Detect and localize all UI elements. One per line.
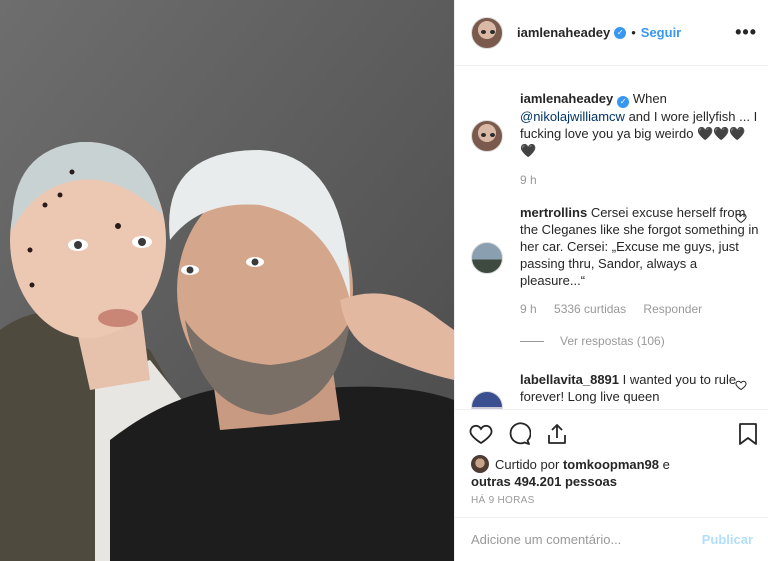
view-replies-button[interactable]: Ver respostas (106) bbox=[520, 334, 665, 348]
verified-badge-icon: ✓ bbox=[617, 96, 630, 108]
comment-time[interactable]: 9 h bbox=[520, 302, 537, 316]
post-header: iamlenaheadey ✓ • Seguir ••• bbox=[455, 0, 768, 66]
post-sidebar: iamlenaheadey ✓ • Seguir ••• iamlenahead… bbox=[454, 0, 768, 561]
comment-item: labellavita_8891 I wanted you to rule fo… bbox=[471, 371, 761, 409]
caption-mention[interactable]: @nikolajwilliamcw bbox=[520, 109, 625, 124]
commenter-avatar[interactable] bbox=[471, 242, 503, 274]
liker-username[interactable]: tomkoopman98 bbox=[563, 457, 659, 472]
verified-badge-icon: ✓ bbox=[614, 26, 627, 39]
comment-username[interactable]: mertrollins bbox=[520, 205, 587, 220]
comment-username[interactable]: labellavita_8891 bbox=[520, 372, 619, 387]
comment-like-heart-icon[interactable] bbox=[735, 212, 747, 224]
comment-input[interactable] bbox=[471, 532, 702, 547]
comment-item: mertrollins Cersei excuse herself from t… bbox=[471, 204, 761, 316]
publish-button[interactable]: Publicar bbox=[702, 532, 753, 547]
reply-button[interactable]: Responder bbox=[643, 302, 702, 316]
add-comment-bar: Publicar bbox=[455, 517, 768, 561]
comment-like-heart-icon[interactable] bbox=[735, 379, 747, 391]
likes-others[interactable]: outras 494.201 pessoas bbox=[471, 474, 617, 489]
heart-icon[interactable] bbox=[469, 422, 493, 446]
avatar[interactable] bbox=[471, 16, 503, 49]
caption-time[interactable]: 9 h bbox=[520, 173, 537, 187]
header-separator: • bbox=[631, 25, 636, 40]
comment-likes[interactable]: 5336 curtidas bbox=[554, 302, 626, 316]
caption-username[interactable]: iamlenaheadey bbox=[520, 91, 613, 106]
comments-list[interactable]: iamlenaheadey ✓ When @nikolajwilliamcw an… bbox=[455, 66, 768, 409]
replies-divider bbox=[520, 340, 544, 342]
likes-middle: e bbox=[662, 457, 670, 472]
liker-avatar[interactable] bbox=[471, 455, 489, 473]
header-username[interactable]: iamlenaheadey bbox=[517, 25, 610, 40]
more-options-icon[interactable]: ••• bbox=[735, 22, 757, 43]
share-icon[interactable] bbox=[545, 422, 569, 446]
commenter-avatar[interactable] bbox=[471, 391, 503, 409]
caption-avatar[interactable] bbox=[471, 120, 503, 152]
post-actions: Curtido por tomkoopman98 e outras 494.20… bbox=[455, 409, 768, 517]
bookmark-icon[interactable] bbox=[737, 422, 759, 446]
comment-icon[interactable] bbox=[507, 422, 531, 446]
post-timestamp[interactable]: HÁ 9 HORAS bbox=[471, 495, 535, 506]
follow-button[interactable]: Seguir bbox=[641, 25, 681, 40]
view-replies-label[interactable]: Ver respostas (106) bbox=[560, 334, 665, 348]
caption-text: When bbox=[632, 91, 667, 106]
caption: iamlenaheadey ✓ When @nikolajwilliamcw an… bbox=[471, 90, 761, 187]
post-image[interactable] bbox=[0, 0, 454, 561]
likes-summary: Curtido por tomkoopman98 e outras 494.20… bbox=[471, 455, 761, 490]
likes-prefix: Curtido por bbox=[495, 457, 560, 472]
